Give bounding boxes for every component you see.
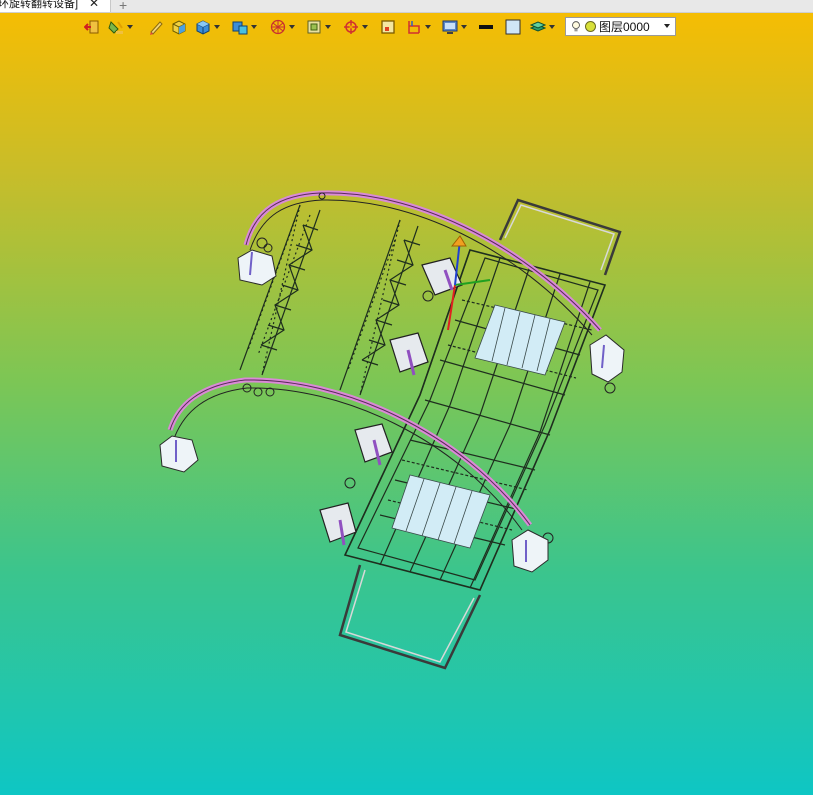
chassis-frame bbox=[343, 249, 607, 591]
axis-triad bbox=[447, 235, 491, 331]
model-viewport[interactable] bbox=[0, 0, 813, 795]
base-frame-bottom bbox=[338, 564, 482, 670]
end-carriages bbox=[159, 249, 625, 573]
clamp-units bbox=[175, 251, 605, 562]
base-frame-top bbox=[498, 198, 622, 276]
machine-model bbox=[159, 190, 625, 670]
